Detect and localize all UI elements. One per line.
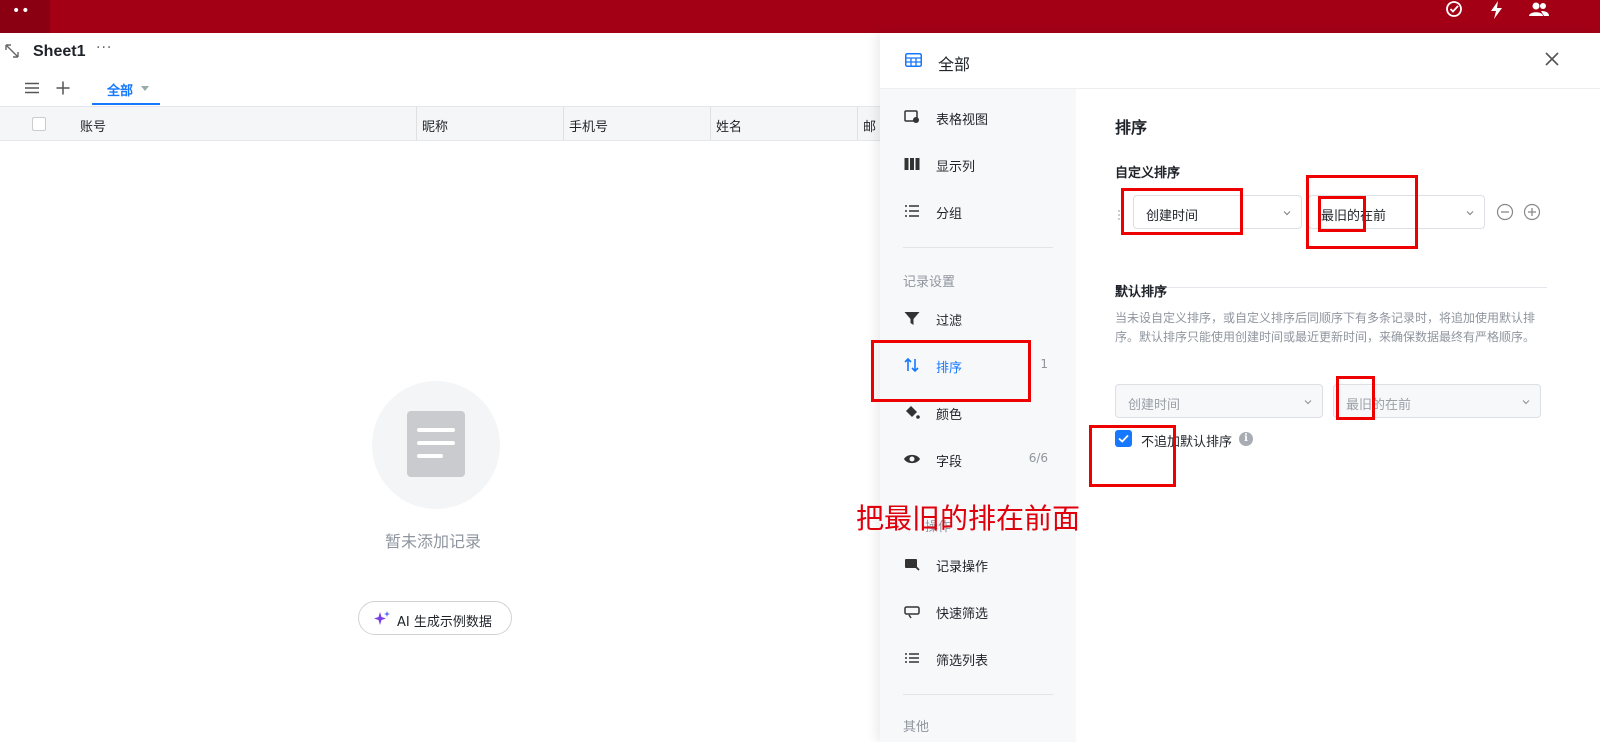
column-header[interactable]: 邮 xyxy=(857,107,880,140)
sort-icon xyxy=(904,357,919,373)
columns-icon xyxy=(904,158,920,170)
filter-list-icon xyxy=(905,653,919,663)
eye-icon xyxy=(904,454,920,464)
nav-divider xyxy=(903,694,1053,695)
settings-nav: 表格视图 显示列 分组 记录设置 过滤 排序 1 颜色 字段 6/6 操作 记录… xyxy=(880,89,1076,742)
select-value: 创建时间 xyxy=(1146,209,1199,224)
custom-sort-order-select[interactable]: 最旧的在前 xyxy=(1308,195,1485,229)
default-sort-heading: 默认排序 xyxy=(1115,285,1168,300)
app-logo[interactable]: •• xyxy=(0,0,50,33)
caret-down-icon[interactable] xyxy=(141,86,149,91)
column-header[interactable]: 账号 xyxy=(74,107,416,140)
panel-title: 全部 xyxy=(938,55,971,74)
chevron-down-icon xyxy=(1283,211,1291,216)
no-append-default-sort-checkbox[interactable] xyxy=(1115,430,1132,447)
nav-label: 排序 xyxy=(936,361,963,376)
tab-all-view[interactable]: 全部 xyxy=(92,72,160,105)
check-circle-icon[interactable] xyxy=(1442,0,1466,20)
fields-count: 6/6 xyxy=(1028,451,1048,465)
view-settings-panel: 全部 表格视图 显示列 分组 记录设置 过滤 排序 1 颜色 字段 6/6 操作… xyxy=(880,33,1600,742)
users-icon[interactable] xyxy=(1527,0,1551,20)
nav-item-quick-filter[interactable]: 快速筛选 xyxy=(880,591,1076,631)
nav-group-other: 其他 xyxy=(903,720,930,735)
sort-count: 1 xyxy=(1040,357,1048,371)
nav-label: 筛选列表 xyxy=(936,654,989,669)
default-sort-field-select: 创建时间 xyxy=(1115,384,1323,418)
more-icon[interactable]: ··· xyxy=(96,40,112,56)
lightning-icon[interactable] xyxy=(1485,0,1509,20)
nav-label: 记录操作 xyxy=(936,560,989,575)
column-header[interactable]: 手机号 xyxy=(563,107,710,140)
column-header[interactable]: 姓名 xyxy=(710,107,857,140)
sheet-title-row: Sheet1 ··· xyxy=(0,37,880,67)
paint-bucket-icon xyxy=(906,406,920,419)
ai-generate-button[interactable]: AI 生成示例数据 xyxy=(358,601,512,635)
sort-heading: 排序 xyxy=(1115,118,1148,137)
custom-sort-heading: 自定义排序 xyxy=(1115,166,1181,181)
nav-group-record-settings: 记录设置 xyxy=(903,275,956,290)
add-sort-icon[interactable] xyxy=(1523,203,1541,221)
no-append-default-sort-label[interactable]: 不追加默认排序 xyxy=(1141,431,1232,450)
nav-item-table-view[interactable]: 表格视图 xyxy=(880,97,1076,137)
sparkle-icon xyxy=(374,611,390,625)
panel-header: 全部 xyxy=(880,33,1600,89)
sort-settings: 排序 自定义排序 创建时间 最旧的在前 默认排序 当未设自定义排序，或自定义排序… xyxy=(1076,89,1600,742)
menu-icon[interactable] xyxy=(24,80,40,96)
table-grid-icon xyxy=(905,53,922,67)
nav-divider xyxy=(903,247,1053,248)
nav-label: 快速筛选 xyxy=(936,607,989,622)
drag-handle-icon[interactable] xyxy=(1117,208,1125,222)
ai-button-label: AI 生成示例数据 xyxy=(397,615,492,630)
nav-item-group[interactable]: 分组 xyxy=(880,191,1076,231)
quick-filter-icon xyxy=(904,606,920,619)
sheet-name[interactable]: Sheet1 xyxy=(33,43,85,61)
check-icon xyxy=(1118,434,1129,443)
default-sort-order-select: 最旧的在前 xyxy=(1333,384,1541,418)
record-action-icon xyxy=(905,559,920,571)
select-value: 最旧的在前 xyxy=(1321,209,1387,224)
annotation-text: 把最旧的排在前面 xyxy=(856,502,1081,535)
select-value: 创建时间 xyxy=(1128,398,1181,413)
close-icon[interactable] xyxy=(1542,49,1562,69)
nav-item-fields[interactable]: 字段 6/6 xyxy=(880,439,1076,479)
view-toolbar: 全部 xyxy=(0,72,880,107)
tab-label: 全部 xyxy=(107,84,134,99)
nav-label: 显示列 xyxy=(936,160,976,175)
table-header: 账号 昵称 手机号 姓名 邮 xyxy=(0,106,880,141)
select-value: 最旧的在前 xyxy=(1346,398,1412,413)
empty-state-text: 暂未添加记录 xyxy=(385,532,482,551)
nav-item-filter[interactable]: 过滤 xyxy=(880,298,1076,338)
nav-item-color[interactable]: 颜色 xyxy=(880,392,1076,432)
document-icon xyxy=(407,411,465,477)
add-view-icon[interactable] xyxy=(55,80,71,96)
filter-icon xyxy=(904,312,920,325)
expand-icon[interactable] xyxy=(4,43,20,59)
nav-item-filter-list[interactable]: 筛选列表 xyxy=(880,638,1076,678)
nav-label: 分组 xyxy=(936,207,963,222)
section-divider xyxy=(1115,287,1547,288)
chevron-down-icon xyxy=(1522,400,1530,405)
chevron-down-icon xyxy=(1304,400,1312,405)
nav-item-record-actions[interactable]: 记录操作 xyxy=(880,544,1076,584)
info-icon[interactable]: i xyxy=(1239,432,1253,446)
nav-label: 表格视图 xyxy=(936,113,989,128)
column-header[interactable]: 昵称 xyxy=(416,107,563,140)
top-bar: •• xyxy=(0,0,1600,33)
nav-label: 颜色 xyxy=(936,408,963,423)
nav-label: 过滤 xyxy=(936,314,963,329)
table-view-icon xyxy=(904,110,919,123)
remove-sort-icon[interactable] xyxy=(1496,203,1514,221)
custom-sort-field-select[interactable]: 创建时间 xyxy=(1133,195,1302,229)
select-all-checkbox[interactable] xyxy=(32,117,46,131)
chevron-down-icon xyxy=(1466,211,1474,216)
default-sort-description: 当未设自定义排序，或自定义排序后同顺序下有多条记录时，将追加使用默认排序。默认排… xyxy=(1115,311,1536,344)
nav-item-columns[interactable]: 显示列 xyxy=(880,144,1076,184)
nav-label: 字段 xyxy=(936,455,963,470)
nav-item-sort[interactable]: 排序 1 xyxy=(880,345,1076,385)
group-icon xyxy=(905,205,919,217)
